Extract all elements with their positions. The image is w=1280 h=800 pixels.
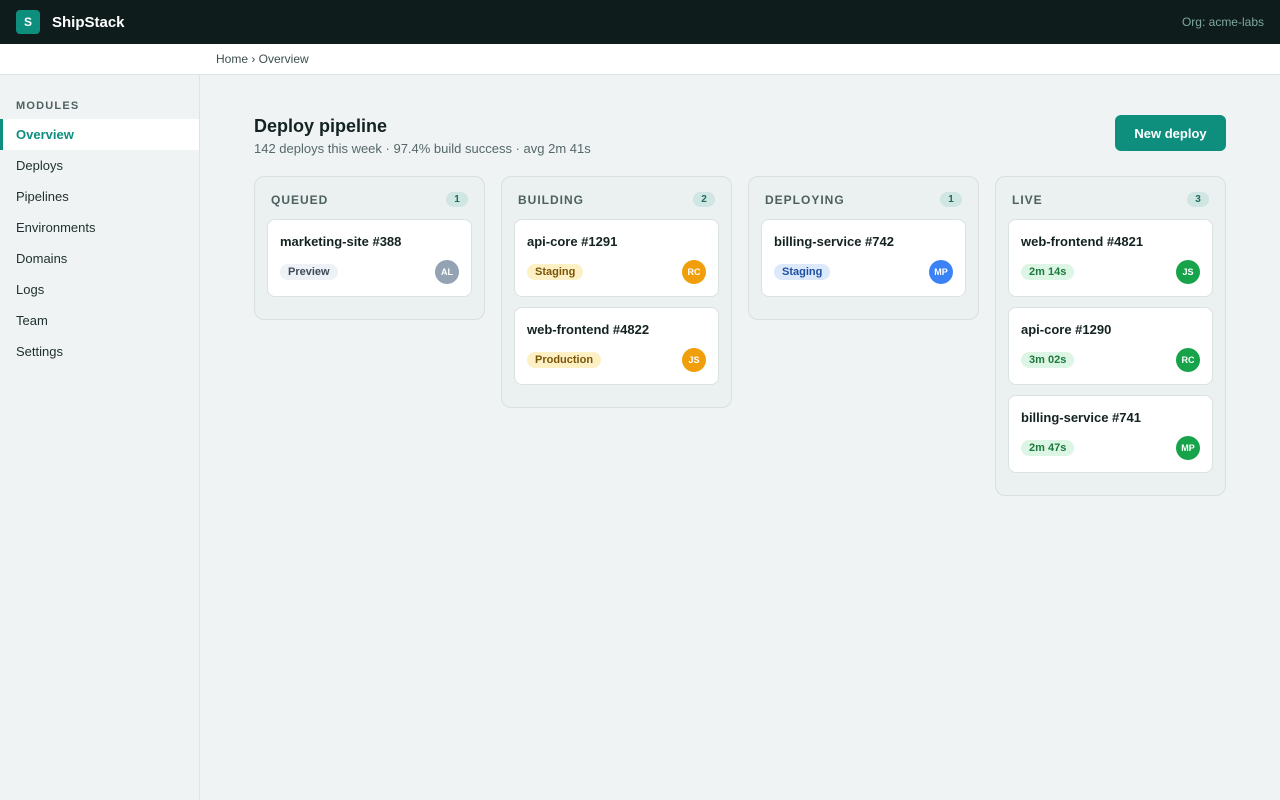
avatar: JS	[1176, 260, 1200, 284]
avatar: MP	[1176, 436, 1200, 460]
deploy-card-title: web-frontend #4822	[527, 322, 650, 337]
sidebar-item-environments[interactable]: Environments	[0, 212, 199, 243]
column-title: LIVE	[1012, 193, 1043, 207]
sidebar-heading: MODULES	[16, 100, 80, 112]
environment-tag: Production	[527, 352, 602, 368]
page-subtitle: 142 deploys this week · 97.4% build succ…	[254, 141, 591, 156]
sidebar-item-pipelines[interactable]: Pipelines	[0, 181, 199, 212]
app-logo[interactable]: S	[16, 10, 40, 34]
deploy-card-title: api-core #1290	[1021, 322, 1112, 337]
environment-tag: Staging	[527, 264, 584, 280]
page-title: Deploy pipeline	[254, 116, 388, 136]
deploy-card[interactable]: web-frontend #4821 2m 14s JS	[1008, 219, 1213, 297]
deploy-card-title: billing-service #742	[774, 234, 894, 249]
deploy-card[interactable]: marketing-site #388 Preview AL	[267, 219, 472, 297]
sidebar-item-settings[interactable]: Settings	[0, 336, 199, 367]
column-title: BUILDING	[518, 193, 584, 207]
new-deploy-button[interactable]: New deploy	[1115, 115, 1226, 151]
avatar: RC	[682, 260, 706, 284]
duration-tag: 3m 02s	[1021, 352, 1075, 368]
avatar: AL	[435, 260, 459, 284]
deploy-card-title: api-core #1291	[527, 234, 618, 249]
deploy-card[interactable]: web-frontend #4822 Production JS	[514, 307, 719, 385]
sidebar-item-team[interactable]: Team	[0, 305, 199, 336]
top-bar: S ShipStack Org: acme-labs	[0, 0, 1280, 44]
deploy-card-title: marketing-site #388	[280, 234, 402, 249]
column-header: BUILDING 2	[502, 177, 731, 219]
org-switcher[interactable]: Org: acme-labs	[1182, 15, 1264, 29]
breadcrumb[interactable]: Home › Overview	[216, 52, 309, 66]
column-queued: QUEUED 1 marketing-site #388 Preview AL	[254, 176, 485, 320]
avatar: MP	[929, 260, 953, 284]
column-header: DEPLOYING 1	[749, 177, 978, 219]
deploy-card[interactable]: billing-service #741 2m 47s MP	[1008, 395, 1213, 473]
sidebar: MODULES Overview Deploys Pipelines Envir…	[0, 75, 200, 800]
avatar: JS	[682, 348, 706, 372]
column-count-badge: 3	[1187, 192, 1209, 207]
column-count-badge: 2	[693, 192, 715, 207]
column-header: LIVE 3	[996, 177, 1225, 219]
column-header: QUEUED 1	[255, 177, 484, 219]
deploy-card[interactable]: billing-service #742 Staging MP	[761, 219, 966, 297]
column-title: QUEUED	[271, 193, 329, 207]
duration-tag: 2m 47s	[1021, 440, 1075, 456]
deploy-card-title: web-frontend #4821	[1021, 234, 1144, 249]
duration-tag: 2m 14s	[1021, 264, 1075, 280]
environment-tag: Preview	[280, 264, 338, 280]
column-count-badge: 1	[446, 192, 468, 207]
breadcrumb-bar: Home › Overview	[0, 44, 1280, 75]
sidebar-nav: Overview Deploys Pipelines Environments …	[0, 119, 199, 367]
column-title: DEPLOYING	[765, 193, 845, 207]
column-deploying: DEPLOYING 1 billing-service #742 Staging…	[748, 176, 979, 320]
deploy-card[interactable]: api-core #1291 Staging RC	[514, 219, 719, 297]
sidebar-item-overview[interactable]: Overview	[0, 119, 199, 150]
app-name[interactable]: ShipStack	[52, 14, 125, 31]
deploy-card-title: billing-service #741	[1021, 410, 1141, 425]
column-building: BUILDING 2 api-core #1291 Staging RC web…	[501, 176, 732, 408]
avatar: RC	[1176, 348, 1200, 372]
deploy-card[interactable]: api-core #1290 3m 02s RC	[1008, 307, 1213, 385]
environment-tag: Staging	[774, 264, 831, 280]
column-count-badge: 1	[940, 192, 962, 207]
sidebar-item-logs[interactable]: Logs	[0, 274, 199, 305]
sidebar-item-deploys[interactable]: Deploys	[0, 150, 199, 181]
column-live: LIVE 3 web-frontend #4821 2m 14s JS api-…	[995, 176, 1226, 496]
sidebar-item-domains[interactable]: Domains	[0, 243, 199, 274]
